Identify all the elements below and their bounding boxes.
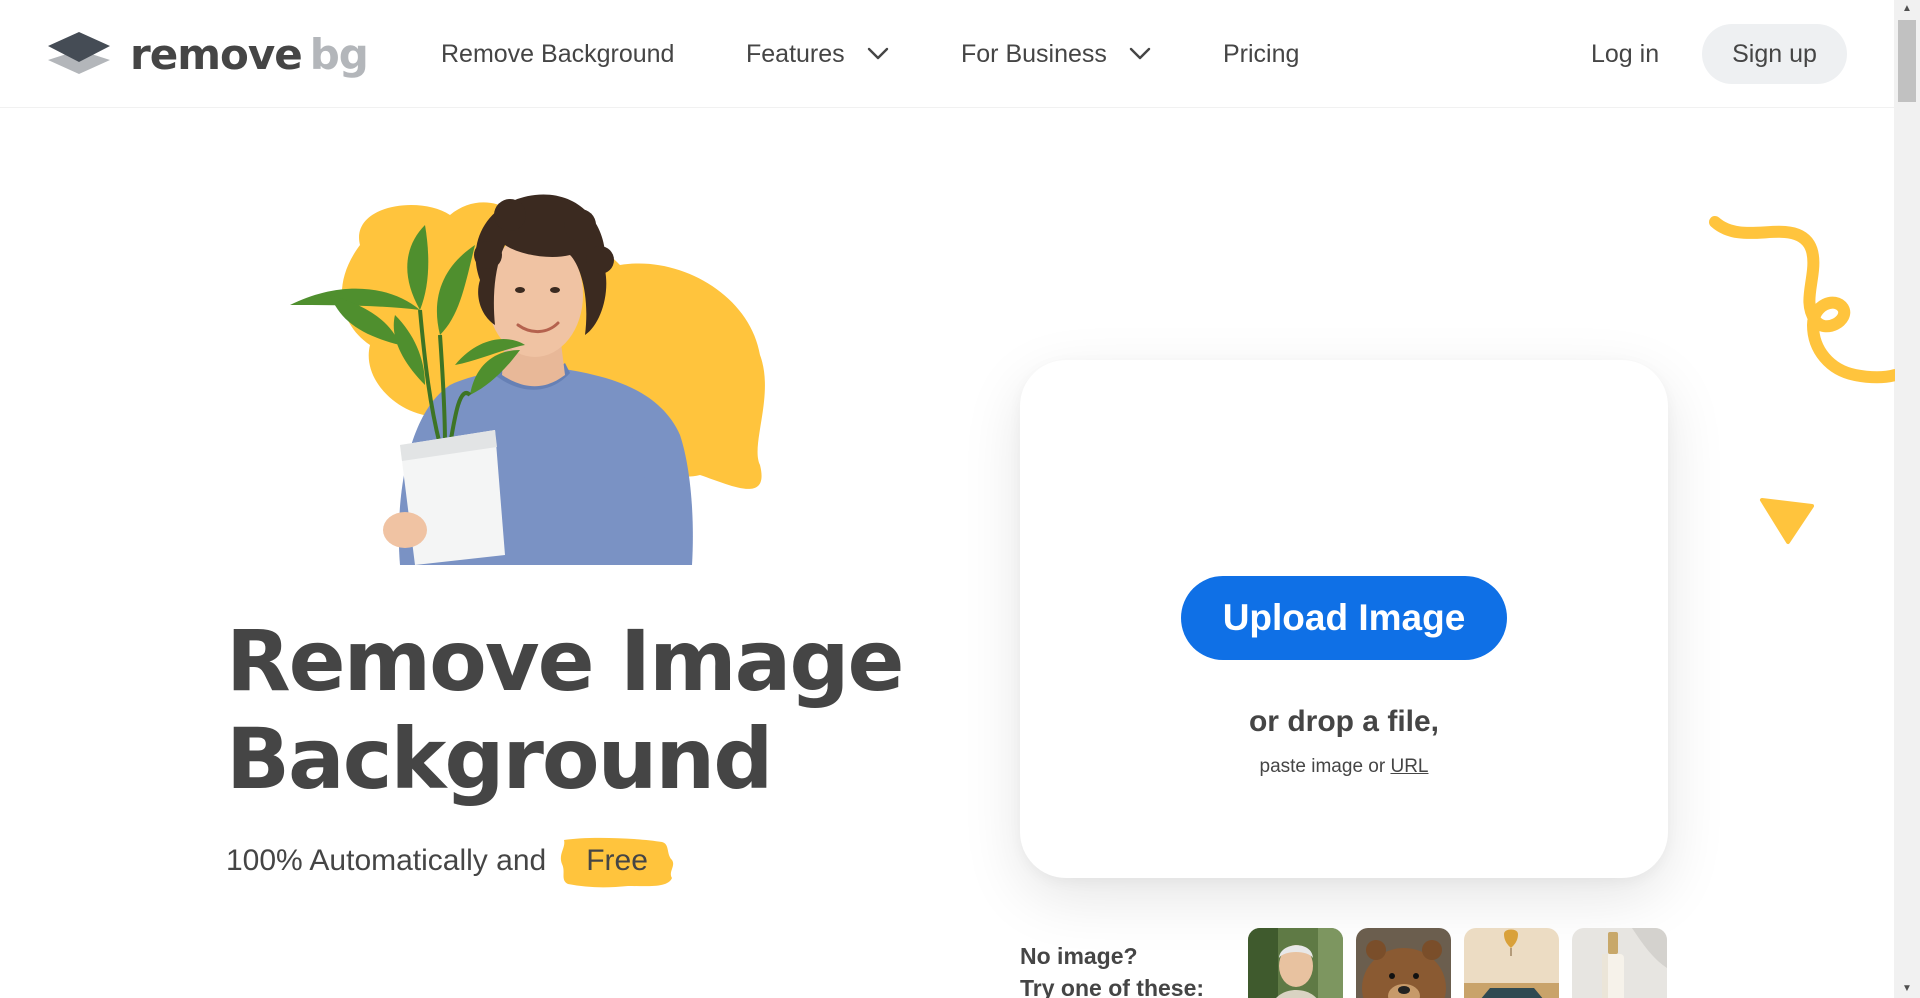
paste-image-line: paste image or URL (1020, 756, 1668, 778)
scroll-up-arrow-icon[interactable]: ▲ (1894, 0, 1920, 18)
bottle-sample-image (1572, 928, 1667, 998)
nav-remove-background-label: Remove Background (441, 39, 675, 68)
nav-features-dropdown[interactable]: Features (746, 36, 889, 72)
removebg-logo[interactable]: remove bg (46, 28, 369, 80)
sample-thumbnail-bear[interactable] (1356, 928, 1451, 998)
yellow-triangle-decoration (1760, 498, 1814, 544)
person-sample-image (1248, 928, 1343, 998)
sample-thumbnail-person[interactable] (1248, 928, 1343, 998)
upload-dropzone-card[interactable]: Upload Image or drop a file, paste image… (1020, 360, 1668, 878)
logo-layers-icon (48, 32, 110, 74)
login-link[interactable]: Log in (1591, 36, 1659, 72)
hero-headline: Remove Image Background (226, 612, 946, 808)
signup-button[interactable]: Sign up (1702, 24, 1847, 84)
page-scrollbar[interactable]: ▲ ▼ (1894, 0, 1920, 998)
sample-thumbnail-car-balloon[interactable] (1464, 928, 1559, 998)
nav-remove-background[interactable]: Remove Background (441, 36, 674, 72)
headline-line-1: Remove Image (226, 612, 904, 710)
sample-thumbnail-bottle[interactable] (1572, 928, 1667, 998)
drop-file-text: or drop a file, (1248, 705, 1440, 738)
hero-man-with-plant-illustration (290, 194, 765, 565)
url-link[interactable]: URL (1390, 756, 1428, 777)
sample-prompt: No image? Try one of these: (1020, 940, 1204, 998)
headline-line-2: Background (226, 710, 773, 808)
nav-features-label: Features (746, 39, 845, 68)
hero-subtitle: 100% Automatically and Free (226, 837, 674, 888)
free-text: Free (586, 844, 648, 877)
bear-sample-image (1356, 928, 1451, 998)
logo-wordmark: remove bg (130, 29, 369, 79)
chevron-down-icon (867, 47, 888, 60)
sample-prompt-line-2: Try one of these: (1020, 975, 1205, 998)
nav-pricing-label: Pricing (1223, 39, 1300, 68)
nav-for-business-dropdown[interactable]: For Business (961, 36, 1151, 72)
nav-for-business-label: For Business (961, 39, 1107, 68)
free-badge: Free (561, 837, 674, 888)
paste-image-text: paste image or (1259, 756, 1386, 777)
scroll-down-arrow-icon[interactable]: ▼ (1894, 980, 1920, 998)
chevron-down-icon (1129, 47, 1151, 60)
car-balloon-sample-image (1464, 928, 1559, 998)
subtitle-text: 100% Automatically and (226, 844, 547, 877)
top-navigation-bar: remove bg Remove Background Features For … (0, 0, 1894, 108)
upload-image-button[interactable]: Upload Image (1181, 576, 1507, 660)
yellow-squiggle-decoration (1709, 216, 1895, 384)
scrollbar-thumb[interactable] (1898, 20, 1916, 102)
sample-prompt-line-1: No image? (1020, 943, 1138, 969)
nav-pricing[interactable]: Pricing (1223, 36, 1299, 72)
